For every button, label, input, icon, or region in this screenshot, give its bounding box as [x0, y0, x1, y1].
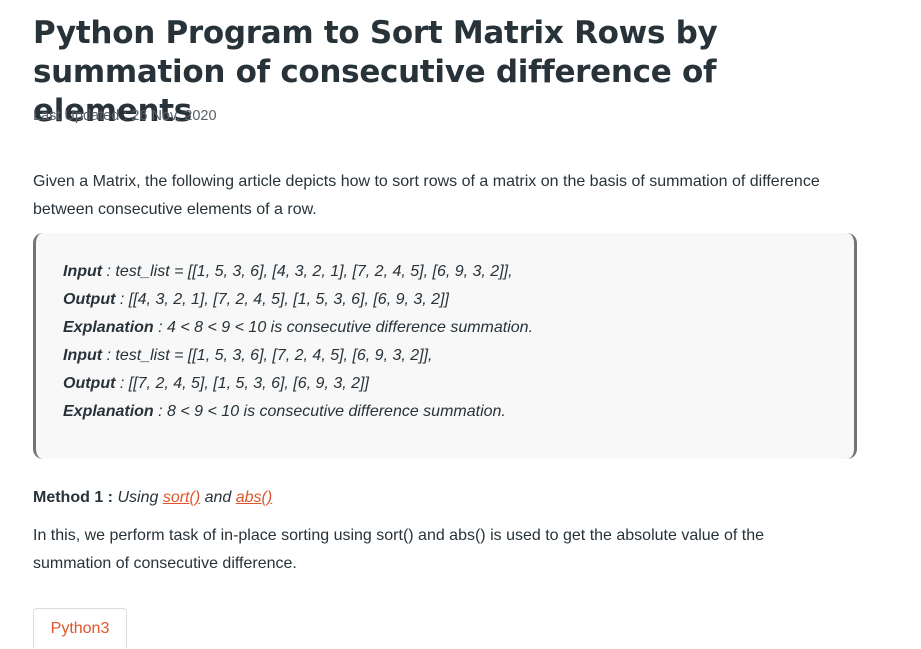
example-line: Explanation : 4 < 8 < 9 < 10 is consecut… — [63, 314, 854, 342]
example-label: Explanation — [63, 319, 154, 336]
example-text: : 4 < 8 < 9 < 10 is consecutive differen… — [153, 319, 534, 336]
example-line: Explanation : 8 < 9 < 10 is consecutive … — [63, 398, 854, 426]
example-box: Input : test_list = [[1, 5, 3, 6], [4, 3… — [33, 233, 857, 459]
method-description: In this, we perform task of in-place sor… — [33, 527, 765, 572]
example-line: Input : test_list = [[1, 5, 3, 6], [4, 3… — [63, 258, 854, 286]
example-text: : test_list = [[1, 5, 3, 6], [7, 2, 4, 5… — [102, 347, 433, 364]
example-label: Output — [63, 375, 116, 392]
sort-link[interactable]: sort() — [163, 489, 200, 506]
example-line: Output : [[4, 3, 2, 1], [7, 2, 4, 5], [1… — [63, 286, 854, 314]
code-tab-python3[interactable]: Python3 — [33, 608, 127, 648]
example-text: : [[7, 2, 4, 5], [1, 5, 3, 6], [6, 9, 3,… — [115, 375, 369, 392]
method-using-text: Using — [117, 489, 159, 506]
abs-link[interactable]: abs() — [236, 489, 272, 506]
method-heading: Method 1 : Using sort() and abs() — [33, 484, 272, 512]
method-label: Method 1 : — [33, 489, 113, 506]
example-label: Input — [63, 263, 103, 280]
example-label: Output — [63, 291, 116, 308]
example-text: : 8 < 9 < 10 is consecutive difference s… — [153, 403, 506, 420]
last-updated: Last Updated : 26 Nov, 2020 — [33, 108, 217, 124]
example-label: Input — [63, 347, 103, 364]
example-text: : test_list = [[1, 5, 3, 6], [4, 3, 2, 1… — [102, 263, 513, 280]
method-and-text: and — [204, 489, 232, 506]
example-line: Output : [[7, 2, 4, 5], [1, 5, 3, 6], [6… — [63, 370, 854, 398]
example-line: Input : test_list = [[1, 5, 3, 6], [7, 2… — [63, 342, 854, 370]
intro-paragraph: Given a Matrix, the following article de… — [33, 173, 820, 218]
example-text: : [[4, 3, 2, 1], [7, 2, 4, 5], [1, 5, 3,… — [115, 291, 449, 308]
example-label: Explanation — [63, 403, 154, 420]
